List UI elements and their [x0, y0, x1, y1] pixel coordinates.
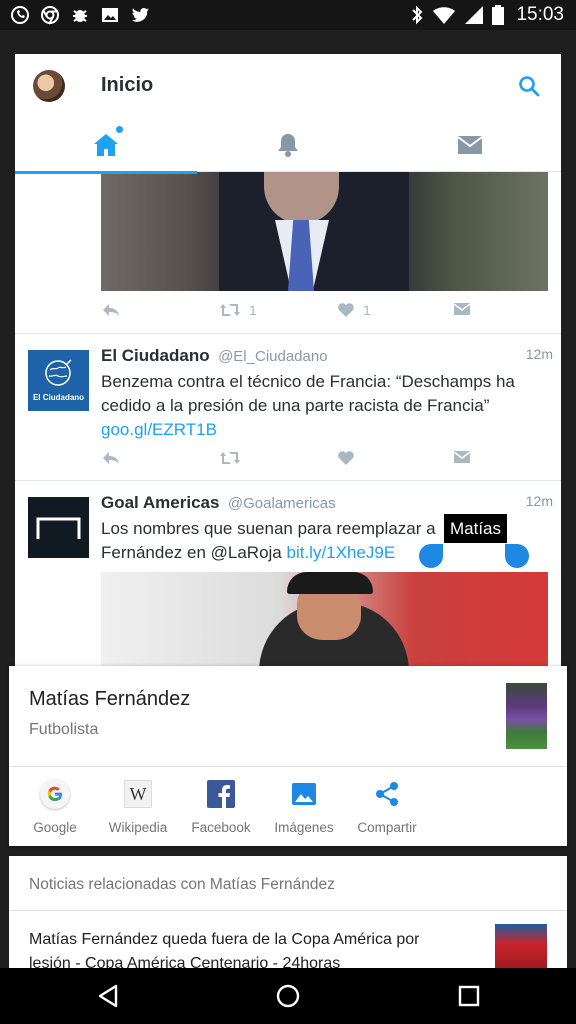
reply-icon	[103, 452, 119, 464]
wikipedia-icon: W	[124, 780, 152, 808]
tab-bar	[15, 118, 561, 174]
tab-home[interactable]	[15, 118, 197, 174]
tweet-time: 12m	[525, 493, 553, 509]
retweet-button[interactable]	[219, 450, 241, 466]
active-tab-indicator	[15, 171, 197, 174]
share-label: Compartir	[357, 820, 417, 835]
home-icon	[94, 134, 118, 156]
tweet-text: Benzema contra el técnico de Francia: “D…	[101, 372, 515, 439]
home-circle-icon	[276, 984, 300, 1008]
knowledge-panel: Matías Fernández Futbolista Google W Wik…	[9, 666, 567, 846]
home-button[interactable]	[274, 982, 302, 1010]
like-button[interactable]: 1	[337, 302, 371, 318]
dm-button[interactable]	[453, 302, 471, 316]
tweet-link[interactable]: bit.ly/1XheJ9E	[286, 543, 395, 562]
like-count: 1	[363, 302, 371, 318]
goal-logo-icon	[36, 517, 81, 539]
retweet-icon	[220, 304, 240, 316]
tweet-link[interactable]: goo.gl/EZRT1B	[101, 420, 217, 439]
whatsapp-icon	[11, 6, 29, 24]
tweet-handle[interactable]: @El_Ciudadano	[218, 348, 327, 365]
bluetooth-icon	[412, 5, 423, 25]
chrome-icon	[41, 6, 59, 25]
news-thumbnail[interactable]	[495, 924, 547, 968]
signal-icon	[465, 6, 484, 24]
reply-icon	[103, 304, 119, 316]
page-title: Inicio	[101, 74, 154, 96]
selection-handle-start[interactable]	[419, 544, 443, 568]
wifi-icon	[433, 7, 456, 24]
battery-icon	[492, 5, 505, 25]
timeline[interactable]: 1 1 El Ciudadano El Ciudadano @El_Ciudad…	[15, 172, 561, 666]
like-button[interactable]	[337, 450, 355, 466]
navigation-bar	[0, 968, 576, 1024]
google-icon	[40, 779, 70, 809]
twitter-app: Inicio 1 1 El Ciudadano El Ciudadano @El…	[15, 54, 561, 666]
wikipedia-label: Wikipedia	[108, 820, 168, 835]
tweet-actions	[101, 450, 548, 474]
back-icon	[98, 984, 118, 1008]
clock: 15:03	[516, 4, 564, 25]
selection-handle-end[interactable]	[505, 544, 529, 568]
brain-logo-icon: El Ciudadano	[33, 359, 84, 402]
entity-title[interactable]: Matías Fernández	[29, 688, 190, 711]
heart-icon	[338, 303, 354, 317]
retweet-icon	[220, 452, 240, 464]
google-button[interactable]: Google	[13, 767, 97, 846]
related-news-card: Noticias relacionadas con Matías Fernánd…	[9, 856, 567, 968]
facebook-button[interactable]: Facebook	[179, 767, 263, 846]
selected-text-tooltip: Matías	[444, 514, 508, 543]
avatar-label: El Ciudadano	[33, 393, 84, 402]
wikipedia-button[interactable]: W Wikipedia	[96, 767, 180, 846]
dm-button[interactable]	[453, 450, 471, 464]
share-icon	[376, 782, 398, 806]
tweet-image[interactable]	[101, 572, 548, 666]
recents-icon	[458, 985, 480, 1007]
image-icon	[292, 783, 316, 805]
tweet-avatar[interactable]	[28, 497, 89, 558]
related-news-header: Noticias relacionadas con Matías Fernánd…	[29, 876, 335, 893]
entity-thumbnail[interactable]	[506, 683, 547, 749]
tweet-handle[interactable]: @Goalamericas	[228, 495, 336, 512]
tweet-image[interactable]	[101, 172, 548, 291]
images-button[interactable]: Imágenes	[262, 767, 346, 846]
google-label: Google	[33, 820, 77, 835]
mail-icon	[453, 451, 471, 463]
tweet-body: El Ciudadano @El_Ciudadano 12m Benzema c…	[101, 346, 553, 442]
tweet-actions: 1 1	[101, 302, 548, 326]
heart-icon	[338, 451, 354, 465]
tweet-author-name[interactable]: El Ciudadano	[101, 346, 210, 365]
twitter-icon	[131, 8, 149, 22]
retweet-count: 1	[249, 302, 257, 318]
avatar[interactable]	[33, 70, 65, 102]
reply-button[interactable]	[101, 450, 121, 466]
tweet-time: 12m	[525, 346, 553, 362]
mail-icon	[457, 136, 483, 154]
app-header: Inicio	[15, 54, 561, 174]
images-label: Imágenes	[274, 820, 334, 835]
tab-notifications[interactable]	[197, 118, 379, 172]
tweet-avatar[interactable]: El Ciudadano	[28, 350, 89, 411]
facebook-icon	[207, 780, 235, 808]
share-button[interactable]: Compartir	[345, 767, 429, 846]
image-icon	[102, 8, 118, 22]
mail-icon	[453, 303, 471, 315]
back-button[interactable]	[94, 982, 122, 1010]
retweet-button[interactable]: 1	[219, 302, 257, 318]
notification-dot	[116, 126, 123, 133]
news-item[interactable]: Matías Fernández queda fuera de la Copa …	[29, 928, 449, 968]
recents-button[interactable]	[455, 982, 483, 1010]
panel-actions: Google W Wikipedia Facebook Imágenes Com…	[9, 767, 567, 846]
reply-button[interactable]	[101, 302, 121, 318]
tweet-author-name[interactable]: Goal Americas	[101, 493, 219, 512]
facebook-label: Facebook	[191, 820, 251, 835]
bug-icon	[73, 10, 87, 22]
status-bar: 15:03	[0, 0, 576, 30]
tab-messages[interactable]	[379, 118, 561, 172]
tweet[interactable]: El Ciudadano El Ciudadano @El_Ciudadano …	[15, 334, 561, 480]
entity-subtitle: Futbolista	[29, 721, 99, 738]
divider	[9, 910, 567, 911]
search-icon[interactable]	[517, 74, 541, 98]
bell-icon	[278, 134, 298, 157]
